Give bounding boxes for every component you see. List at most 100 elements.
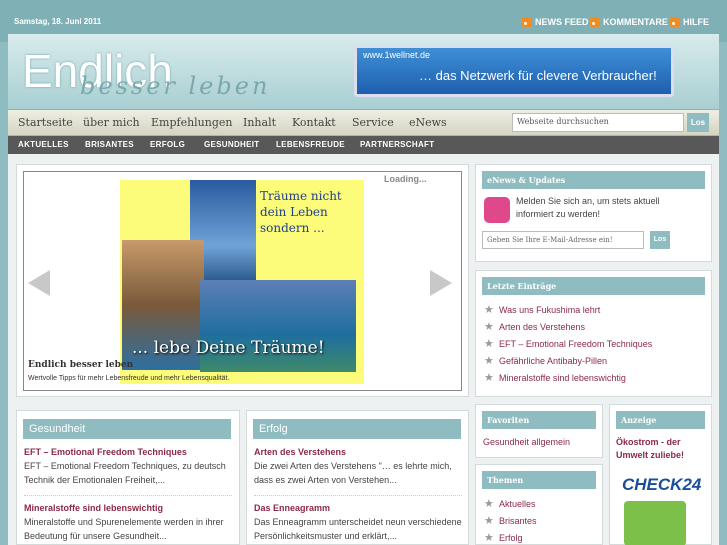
- star-icon: ★: [484, 514, 494, 527]
- recent-title: Letzte Einträge: [482, 277, 705, 295]
- rss-large-icon: [484, 197, 510, 223]
- erfolg-section: Erfolg Arten des Verstehens Die zwei Art…: [246, 410, 469, 545]
- nav-enews[interactable]: eNews: [409, 116, 447, 129]
- nav-kontakt[interactable]: Kontakt: [292, 116, 336, 129]
- cat-lebensfreude[interactable]: LEBENSFREUDE: [276, 140, 345, 149]
- email-input[interactable]: Geben Sie Ihre E-Mail-Adresse ein!: [482, 231, 644, 249]
- slide-title[interactable]: Endlich besser leben: [28, 360, 133, 370]
- list-item[interactable]: ★ Arten des Verstehens: [484, 318, 652, 335]
- post-title[interactable]: Das Enneagramm: [254, 503, 330, 513]
- star-icon: ★: [484, 303, 494, 316]
- enews-title: eNews & Updates: [482, 171, 705, 189]
- news-feed-label: NEWS FEED: [535, 17, 589, 27]
- cat-partnerschaft[interactable]: PARTNERSCHAFT: [360, 140, 434, 149]
- rss-icon: [590, 17, 600, 27]
- ad-brand[interactable]: CHECK24: [622, 475, 701, 495]
- post-title[interactable]: Mineralstoffe sind lebenswichtig: [24, 503, 163, 513]
- slider-frame: Loading... Träume nicht dein Leben sonde…: [23, 171, 462, 391]
- news-feed-link[interactable]: NEWS FEED: [522, 17, 589, 27]
- current-date: Samstag, 18. Juni 2011: [14, 17, 102, 26]
- cat-erfolg[interactable]: ERFOLG: [150, 140, 185, 149]
- banner-slogan: … das Netzwerk für clevere Verbraucher!: [419, 68, 657, 83]
- enews-text: Melden Sie sich an, um stets aktuell inf…: [516, 196, 660, 219]
- star-icon: ★: [484, 354, 494, 367]
- enews-widget: eNews & Updates Melden Sie sich an, um s…: [475, 164, 712, 262]
- star-icon: ★: [484, 497, 494, 510]
- recent-item-label: Mineralstoffe sind lebenswichtig: [499, 372, 626, 383]
- post-title[interactable]: EFT – Emotional Freedom Techniques: [24, 447, 187, 457]
- recent-item-label: EFT – Emotional Freedom Techniques: [499, 338, 653, 349]
- slider-loading: Loading...: [384, 174, 427, 184]
- favoriten-widget: Favoriten Gesundheit allgemein: [475, 404, 603, 458]
- plug-icon: [624, 501, 686, 545]
- category-nav: AKTUELLES BRISANTES ERFOLG GESUNDHEIT LE…: [8, 136, 719, 154]
- list-item[interactable]: ★ Mineralstoffe sind lebenswichtig: [484, 369, 652, 386]
- list-item[interactable]: ★ Gefährliche Antibaby-Pillen: [484, 352, 652, 369]
- themen-item-label: Aktuelles: [499, 498, 536, 509]
- star-icon: ★: [484, 320, 494, 333]
- comments-link[interactable]: KOMMENTARE: [590, 17, 668, 27]
- themen-widget: Themen ★ Aktuelles ★ Brisantes ★ Erfolg: [475, 464, 603, 545]
- rss-icon: [522, 17, 532, 27]
- comments-label: KOMMENTARE: [603, 17, 668, 27]
- list-item[interactable]: ★ Aktuelles: [484, 495, 537, 512]
- post-excerpt: Die zwei Arten des Verstehens "… es lehr…: [254, 461, 452, 485]
- search-button[interactable]: Los: [687, 113, 709, 132]
- divider: [254, 495, 462, 496]
- themen-item-label: Brisantes: [499, 515, 537, 526]
- recent-item-label: Gefährliche Antibaby-Pillen: [499, 355, 608, 366]
- ad-banner[interactable]: www.1wellnet.de … das Netzwerk für cleve…: [354, 45, 674, 97]
- main-nav: Startseite über mich Empfehlungen Inhalt…: [8, 110, 719, 136]
- themen-title: Themen: [482, 471, 596, 489]
- next-arrow-icon[interactable]: [430, 270, 452, 296]
- themen-item-label: Erfolg: [499, 532, 523, 543]
- banner-url: www.1wellnet.de: [363, 50, 431, 60]
- list-item[interactable]: ★ Was uns Fukushima lehrt: [484, 301, 652, 318]
- recent-list: ★ Was uns Fukushima lehrt ★ Arten des Vers…: [484, 301, 652, 386]
- island-photo: [200, 280, 356, 372]
- post-title[interactable]: Arten des Verstehens: [254, 447, 346, 457]
- recent-posts-widget: Letzte Einträge ★ Was uns Fukushima lehrt…: [475, 270, 712, 397]
- subscribe-button[interactable]: Los: [650, 231, 670, 249]
- cat-brisantes[interactable]: BRISANTES: [85, 140, 134, 149]
- themen-list: ★ Aktuelles ★ Brisantes ★ Erfolg: [484, 495, 537, 545]
- logo-sub[interactable]: besser leben: [80, 72, 270, 100]
- ad-headline[interactable]: Ökostrom - der Umwelt zuliebe!: [616, 436, 706, 462]
- star-icon: ★: [484, 531, 494, 544]
- erfolg-title[interactable]: Erfolg: [253, 419, 461, 439]
- site-header: Endlich besser leben www.1wellnet.de … d…: [8, 34, 719, 110]
- slide-caption: ... lebe Deine Träume!: [132, 338, 325, 358]
- list-item[interactable]: ★ Erfolg: [484, 529, 537, 545]
- nav-ueber-mich[interactable]: über mich: [83, 116, 140, 129]
- slide-subtitle: Wertvolle Tipps für mehr Lebensfreude un…: [28, 375, 230, 382]
- anzeige-title: Anzeige: [616, 411, 705, 429]
- help-link[interactable]: HILFE: [670, 17, 709, 27]
- nav-empfehlungen[interactable]: Empfehlungen: [151, 116, 233, 129]
- star-icon: ★: [484, 371, 494, 384]
- post-excerpt: Das Enneagramm unterscheidet neun versch…: [254, 517, 462, 541]
- cat-gesundheit[interactable]: GESUNDHEIT: [204, 140, 259, 149]
- nav-inhalt[interactable]: Inhalt: [243, 116, 276, 129]
- prev-arrow-icon[interactable]: [28, 270, 50, 296]
- post-excerpt: Mineralstoffe und Spurenelemente werden …: [24, 517, 224, 541]
- gesundheit-section: Gesundheit EFT – Emotional Freedom Techn…: [16, 410, 240, 545]
- favorite-link[interactable]: Gesundheit allgemein: [483, 437, 570, 447]
- list-item[interactable]: ★ Brisantes: [484, 512, 537, 529]
- recent-item-label: Was uns Fukushima lehrt: [499, 304, 601, 315]
- help-label: HILFE: [683, 17, 709, 27]
- divider: [24, 495, 232, 496]
- nav-service[interactable]: Service: [352, 116, 394, 129]
- slide-image[interactable]: Träume nicht dein Leben sondern ... ... …: [120, 180, 364, 384]
- cat-aktuelles[interactable]: AKTUELLES: [18, 140, 69, 149]
- slide-image-text: Träume nicht dein Leben sondern ...: [260, 189, 342, 235]
- post-excerpt: EFT – Emotional Freedom Techniques, zu d…: [24, 461, 226, 485]
- recent-item-label: Arten des Verstehens: [499, 321, 586, 332]
- list-item[interactable]: ★ EFT – Emotional Freedom Techniques: [484, 335, 652, 352]
- search-input[interactable]: Webseite durchsuchen: [512, 113, 684, 132]
- rss-icon: [670, 17, 680, 27]
- featured-slider: Loading... Träume nicht dein Leben sonde…: [16, 164, 469, 397]
- gesundheit-title[interactable]: Gesundheit: [23, 419, 231, 439]
- star-icon: ★: [484, 337, 494, 350]
- anzeige-widget: Anzeige Ökostrom - der Umwelt zuliebe! C…: [609, 404, 712, 545]
- nav-startseite[interactable]: Startseite: [18, 116, 73, 129]
